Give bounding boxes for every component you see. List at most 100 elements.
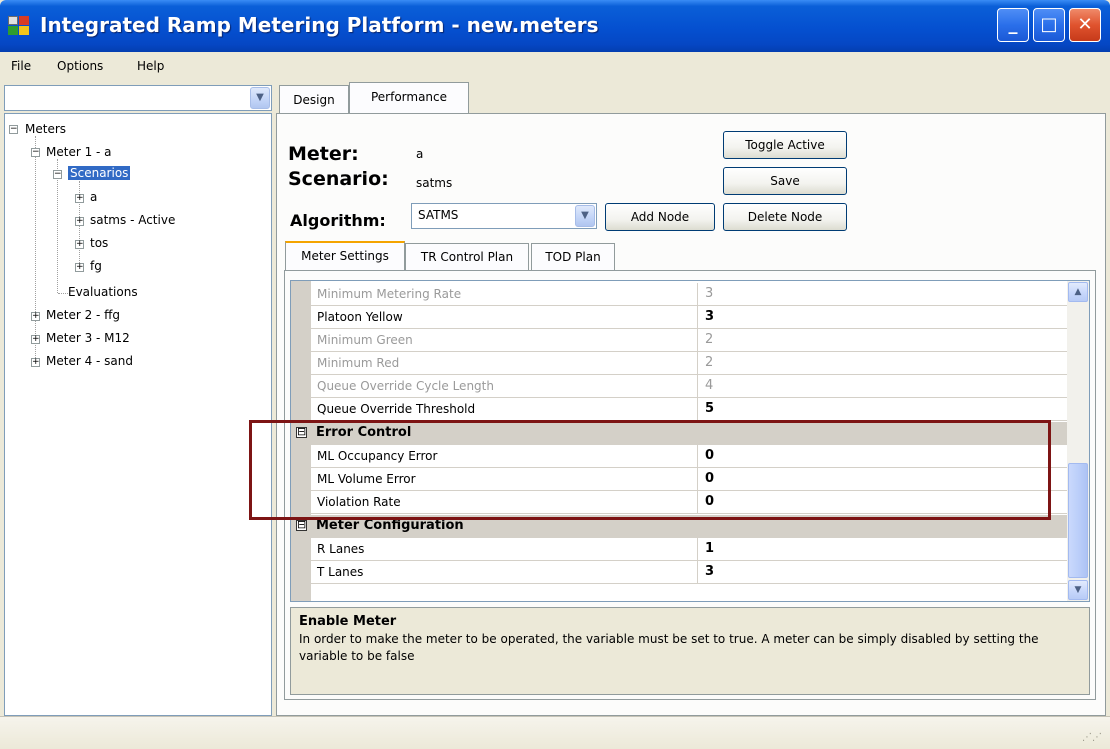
grid-row[interactable]: Minimum Red 2 xyxy=(311,352,1067,375)
tree-node-scenarios-label: Scenarios xyxy=(68,166,131,180)
row-name: Queue Override Threshold xyxy=(317,402,476,416)
grid-row[interactable]: Minimum Green 2 xyxy=(311,329,1067,352)
row-name: T Lanes xyxy=(317,565,364,579)
divider xyxy=(697,398,698,421)
row-value: 2 xyxy=(705,332,714,347)
category-title: Meter Configuration xyxy=(316,518,464,533)
row-name: Minimum Metering Rate xyxy=(317,287,462,301)
grid-row[interactable]: Queue Override Cycle Length 4 xyxy=(311,375,1067,398)
vertical-scrollbar[interactable]: ▲ ▼ xyxy=(1067,281,1089,601)
menu-bar: File Options Help xyxy=(0,52,1110,82)
tree-node-meter-3[interactable]: Meter 3 - M12 xyxy=(46,331,130,345)
collapse-icon[interactable]: ⊟ xyxy=(296,519,307,531)
menu-help[interactable]: Help xyxy=(137,59,164,73)
chevron-down-icon[interactable]: ▼ xyxy=(575,205,595,227)
maximize-button[interactable]: □ xyxy=(1033,8,1065,42)
property-description: Enable Meter In order to make the meter … xyxy=(290,607,1090,695)
divider xyxy=(697,375,698,398)
toggle-active-button[interactable]: Toggle Active xyxy=(723,131,847,159)
highlight-box xyxy=(249,420,1051,520)
app-window: Integrated Ramp Metering Platform - new.… xyxy=(0,0,1110,749)
tab-performance[interactable]: Performance xyxy=(349,82,469,113)
divider xyxy=(697,561,698,584)
expand-icon[interactable]: + xyxy=(31,358,40,367)
menu-options[interactable]: Options xyxy=(57,59,103,73)
tree-node-meter-1[interactable]: Meter 1 - a xyxy=(46,145,112,159)
row-name: Minimum Red xyxy=(317,356,400,370)
title-bar[interactable]: Integrated Ramp Metering Platform - new.… xyxy=(0,0,1110,52)
algorithm-label: Algorithm: xyxy=(290,211,386,230)
chevron-down-icon[interactable]: ▼ xyxy=(250,87,270,109)
tree-node-evaluations[interactable]: Evaluations xyxy=(68,285,138,299)
tree-node-scenarios[interactable]: Scenarios xyxy=(68,166,131,180)
add-node-button[interactable]: Add Node xyxy=(605,203,715,231)
tree-node-scenario-a[interactable]: a xyxy=(90,190,97,204)
description-title: Enable Meter xyxy=(299,614,397,629)
scroll-thumb[interactable] xyxy=(1068,463,1088,578)
scroll-down-icon[interactable]: ▼ xyxy=(1068,580,1088,600)
meter-filter-combo[interactable]: ▼ xyxy=(4,85,272,111)
expand-icon[interactable]: + xyxy=(31,335,40,344)
maximize-icon: □ xyxy=(1040,14,1058,35)
menu-file[interactable]: File xyxy=(11,59,31,73)
meter-value: a xyxy=(416,147,424,161)
divider xyxy=(697,352,698,375)
divider xyxy=(697,283,698,306)
row-value: 3 xyxy=(705,309,715,324)
divider xyxy=(697,306,698,329)
algorithm-select[interactable]: SATMS ▼ xyxy=(411,203,597,229)
delete-node-button[interactable]: Delete Node xyxy=(723,203,847,231)
tree-node-scenario-tos[interactable]: tos xyxy=(90,236,108,250)
tree-node-meter-4[interactable]: Meter 4 - sand xyxy=(46,354,133,368)
scenario-label: Scenario: xyxy=(288,168,389,190)
expand-icon[interactable]: + xyxy=(31,312,40,321)
row-name: Platoon Yellow xyxy=(317,310,403,324)
scenario-value: satms xyxy=(416,176,453,190)
row-name: Queue Override Cycle Length xyxy=(317,379,494,393)
grid-row[interactable]: T Lanes 3 xyxy=(311,561,1067,584)
scroll-up-icon[interactable]: ▲ xyxy=(1068,282,1088,302)
grid-row[interactable]: Platoon Yellow 3 xyxy=(311,306,1067,329)
row-value: 3 xyxy=(705,286,714,301)
tree-connector xyxy=(57,159,58,293)
app-icon xyxy=(8,16,30,36)
tab-tr-control-plan[interactable]: TR Control Plan xyxy=(405,243,529,271)
row-value: 3 xyxy=(705,564,715,579)
tab-design[interactable]: Design xyxy=(279,85,349,115)
divider xyxy=(697,538,698,561)
expand-icon[interactable]: + xyxy=(75,194,84,203)
meter-tree[interactable]: − Meters − Meter 1 - a − Scenarios + a +… xyxy=(4,113,272,716)
row-value: 5 xyxy=(705,401,715,416)
expand-icon[interactable]: + xyxy=(75,263,84,272)
expand-icon[interactable]: + xyxy=(75,240,84,249)
minimize-icon: _ xyxy=(1008,14,1018,35)
grid-row[interactable]: R Lanes 1 xyxy=(311,538,1067,561)
collapse-icon[interactable]: − xyxy=(9,125,18,134)
collapse-icon[interactable]: − xyxy=(31,148,40,157)
minimize-button[interactable]: _ xyxy=(997,8,1029,42)
tree-node-meters[interactable]: Meters xyxy=(25,122,66,136)
row-name: R Lanes xyxy=(317,542,365,556)
close-button[interactable]: ✕ xyxy=(1069,8,1101,42)
collapse-icon[interactable]: − xyxy=(53,170,62,179)
row-value: 2 xyxy=(705,355,714,370)
tab-tod-plan[interactable]: TOD Plan xyxy=(531,243,615,271)
window-title: Integrated Ramp Metering Platform - new.… xyxy=(40,13,599,37)
resize-grip-icon[interactable]: ⋰⋰ xyxy=(1082,732,1102,743)
expand-icon[interactable]: + xyxy=(75,217,84,226)
grid-row[interactable]: Queue Override Threshold 5 xyxy=(311,398,1067,421)
status-bar: ⋰⋰ xyxy=(0,716,1110,749)
save-button[interactable]: Save xyxy=(723,167,847,195)
row-value: 1 xyxy=(705,541,715,556)
row-name: Minimum Green xyxy=(317,333,413,347)
tree-node-scenario-fg[interactable]: fg xyxy=(90,259,102,273)
row-value: 4 xyxy=(705,378,714,393)
tree-node-meter-2[interactable]: Meter 2 - ffg xyxy=(46,308,120,322)
tab-meter-settings[interactable]: Meter Settings xyxy=(285,241,405,271)
tree-node-scenario-satms[interactable]: satms - Active xyxy=(90,213,175,227)
close-icon: ✕ xyxy=(1077,14,1093,35)
tree-connector xyxy=(35,136,36,362)
description-text: In order to make the meter to be operate… xyxy=(299,632,1039,663)
divider xyxy=(697,329,698,352)
grid-row[interactable]: Minimum Metering Rate 3 xyxy=(311,283,1067,306)
